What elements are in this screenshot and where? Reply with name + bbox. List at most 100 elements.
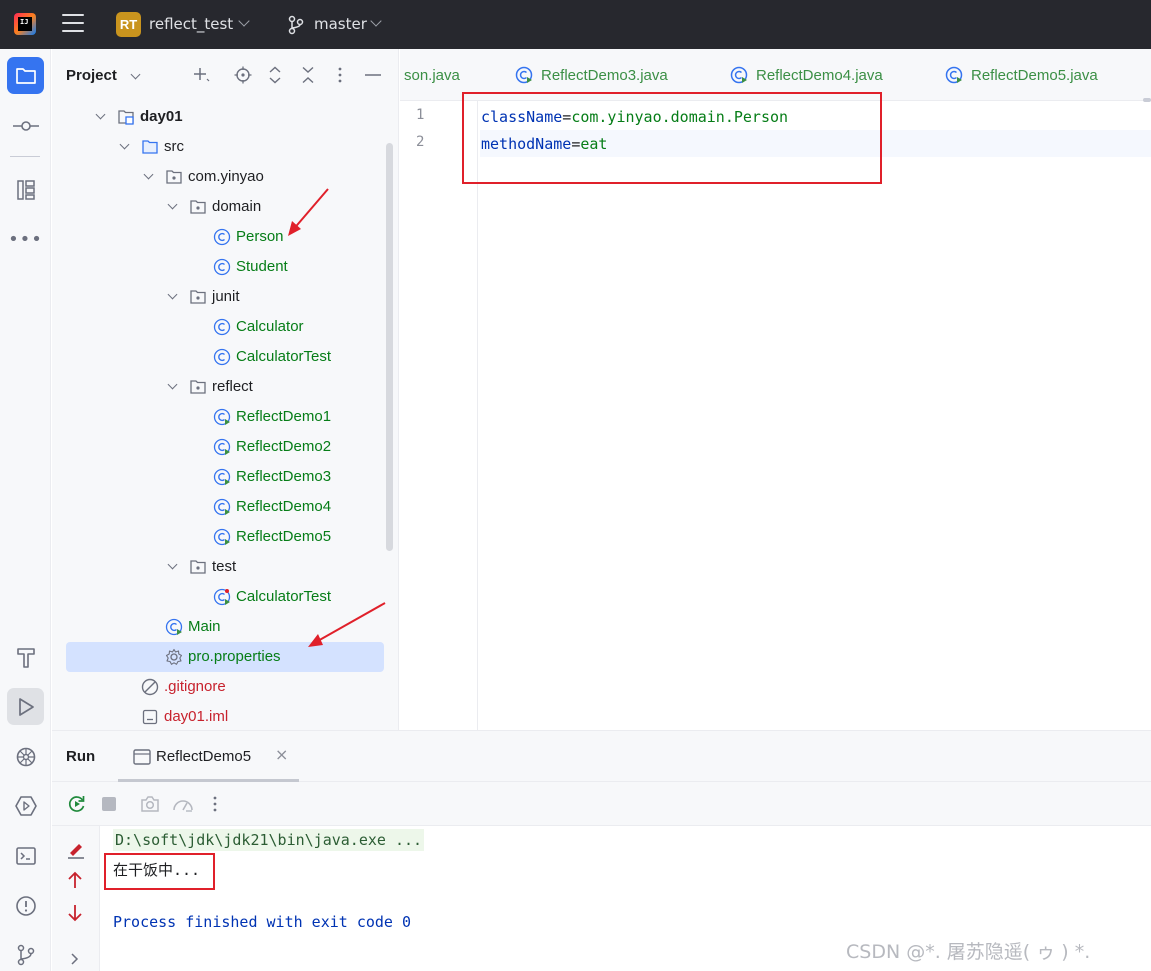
tree-item-pro-properties[interactable]: pro.properties: [66, 642, 384, 672]
line-number: 1: [416, 107, 425, 123]
locate-icon[interactable]: [232, 64, 254, 86]
line-gutter: 1 2: [400, 101, 478, 730]
tab-person[interactable]: son.java: [404, 49, 460, 100]
build-tool-button[interactable]: [7, 639, 44, 676]
add-icon[interactable]: [190, 64, 212, 86]
editor-tabs: son.java ReflectDemo3.java ReflectDemo4.…: [400, 49, 1151, 101]
main-menu-icon[interactable]: [62, 14, 84, 34]
tab-reflectdemo4[interactable]: ReflectDemo4.java: [729, 49, 883, 100]
runnable-class-icon: [213, 498, 231, 516]
tree-item-domain[interactable]: domain: [52, 192, 398, 222]
run-tool-window: Run ReflectDemo5 × D:\soft\jdk\jdk21\bin…: [52, 730, 1151, 971]
folder-icon: [141, 138, 159, 156]
tree-item-test[interactable]: test: [52, 552, 398, 582]
hide-icon[interactable]: [362, 64, 384, 86]
git-tool-button[interactable]: [7, 936, 44, 971]
chevron-down-icon[interactable]: [238, 15, 250, 27]
ignore-icon: [141, 678, 159, 696]
folder-icon: [15, 67, 36, 84]
property-key: methodName: [481, 134, 572, 153]
tree-item-day01[interactable]: day01: [52, 102, 398, 132]
runnable-class-icon: [213, 408, 231, 426]
project-tool-button[interactable]: [7, 57, 44, 94]
options-icon[interactable]: [329, 64, 351, 86]
tree-scrollbar[interactable]: [386, 143, 393, 551]
project-name[interactable]: reflect_test: [149, 15, 233, 33]
console-output: 在干饭中...: [113, 861, 201, 879]
tree-item-person[interactable]: Person: [52, 222, 398, 252]
run-title: Run: [66, 748, 96, 765]
tree-item-calculatortest[interactable]: CalculatorTest: [52, 582, 398, 612]
more-tools-icon[interactable]: •••: [7, 221, 44, 258]
tree-item-com-yinyao[interactable]: com.yinyao: [52, 162, 398, 192]
code-line-current[interactable]: methodName = eat: [480, 130, 1151, 157]
stop-icon[interactable]: [98, 793, 120, 815]
tree-item-day01-iml[interactable]: day01.iml: [52, 702, 398, 730]
chevron-down-icon[interactable]: [370, 15, 382, 27]
tree-item-calculator[interactable]: Calculator: [52, 312, 398, 342]
arrow-down-icon[interactable]: [67, 904, 83, 922]
property-separator: =: [562, 107, 572, 126]
runnable-class-icon: [213, 438, 231, 456]
tree-item-label: CalculatorTest: [236, 348, 332, 365]
tree-item-src[interactable]: src: [52, 132, 398, 162]
tree-item-junit[interactable]: junit: [52, 282, 398, 312]
tree-item-gitignore[interactable]: .gitignore: [52, 672, 398, 702]
chevron-down-icon[interactable]: [143, 169, 154, 180]
tree-item-reflectdemo1[interactable]: ReflectDemo1: [52, 402, 398, 432]
tree-item-reflect[interactable]: reflect: [52, 372, 398, 402]
run-tool-button[interactable]: [7, 688, 44, 725]
tree-item-label: Student: [236, 258, 288, 275]
tab-reflectdemo3[interactable]: ReflectDemo3.java: [514, 49, 668, 100]
chevron-down-icon[interactable]: [167, 199, 178, 210]
collapse-all-icon[interactable]: [297, 64, 319, 86]
branch-name[interactable]: master: [314, 15, 367, 33]
module-icon: [117, 108, 135, 126]
intellij-logo-icon[interactable]: IJ: [14, 13, 36, 35]
tree-item-calculatortest[interactable]: CalculatorTest: [52, 342, 398, 372]
close-icon[interactable]: ×: [275, 745, 288, 764]
tab-label: ReflectDemo5.java: [971, 66, 1098, 84]
rerun-icon[interactable]: [66, 793, 88, 815]
chevron-down-icon[interactable]: [95, 109, 106, 120]
tree-item-label: Person: [236, 228, 284, 245]
tree-item-reflectdemo5[interactable]: ReflectDemo5: [52, 522, 398, 552]
chevron-right-icon[interactable]: [70, 952, 80, 966]
services-tool-button[interactable]: [7, 787, 44, 824]
problems-tool-button[interactable]: [7, 887, 44, 924]
properties-icon: [165, 648, 183, 666]
run-tab-reflectdemo5[interactable]: ReflectDemo5 ×: [118, 731, 299, 782]
code-line[interactable]: className = com.yinyao.domain.Person: [480, 103, 1151, 130]
expand-all-icon[interactable]: [264, 64, 286, 86]
project-badge[interactable]: RT: [116, 12, 141, 37]
code-editor[interactable]: 1 2 className = com.yinyao.domain.Person m…: [400, 98, 1151, 730]
tree-item-reflectdemo4[interactable]: ReflectDemo4: [52, 492, 398, 522]
chevron-down-icon[interactable]: [119, 139, 130, 150]
tab-reflectdemo5[interactable]: ReflectDemo5.java: [944, 49, 1098, 100]
tree-item-reflectdemo3[interactable]: ReflectDemo3: [52, 462, 398, 492]
chevron-down-icon[interactable]: [167, 289, 178, 300]
more-options-icon[interactable]: [204, 793, 226, 815]
kubernetes-tool-button[interactable]: [7, 738, 44, 775]
terminal-tool-button[interactable]: [7, 837, 44, 874]
profiler-icon[interactable]: [172, 793, 194, 815]
run-tab-label: ReflectDemo5: [156, 748, 252, 765]
arrow-up-icon[interactable]: [67, 871, 83, 889]
project-header: Project: [52, 49, 398, 101]
project-title[interactable]: Project: [66, 67, 117, 84]
structure-tool-button[interactable]: [7, 171, 44, 208]
run-sidebar: [52, 826, 100, 971]
tree-item-reflectdemo2[interactable]: ReflectDemo2: [52, 432, 398, 462]
commit-tool-button[interactable]: [7, 107, 44, 144]
camera-icon[interactable]: [139, 793, 161, 815]
tree-item-student[interactable]: Student: [52, 252, 398, 282]
clear-output-icon[interactable]: [66, 839, 86, 859]
chevron-down-icon[interactable]: [167, 379, 178, 390]
tree-item-label: Main: [188, 618, 221, 635]
tree-item-main[interactable]: Main: [52, 612, 398, 642]
editor-scrollbar[interactable]: [1143, 98, 1151, 102]
chevron-down-icon[interactable]: [130, 69, 141, 80]
property-separator: =: [571, 134, 581, 153]
chevron-down-icon[interactable]: [167, 559, 178, 570]
test-class-icon: [213, 588, 231, 606]
